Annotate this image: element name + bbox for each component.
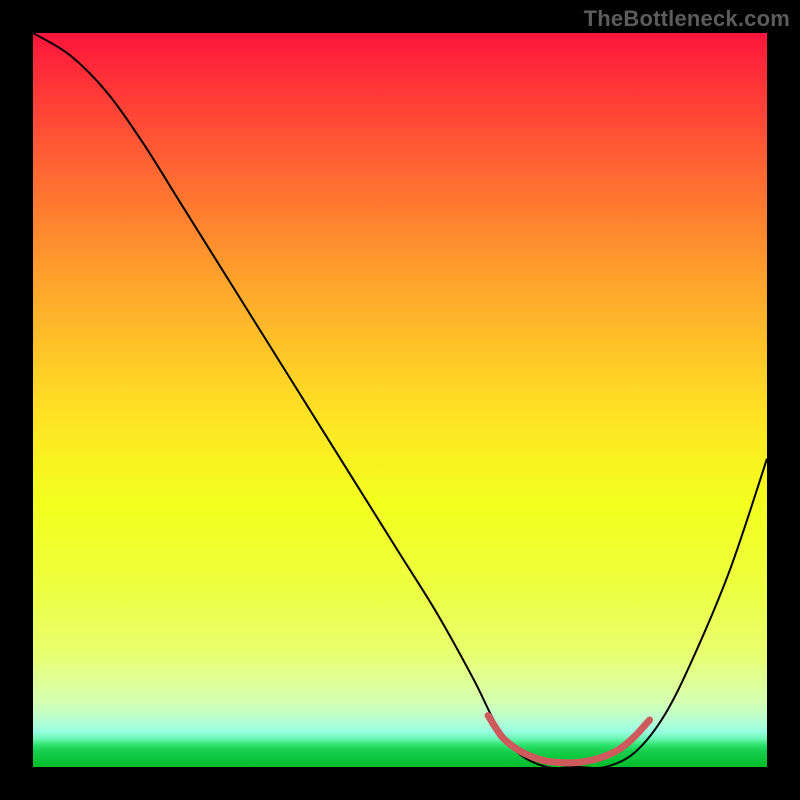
- chart-svg: [33, 33, 767, 767]
- plot-area: [33, 33, 767, 767]
- chart-stage: TheBottleneck.com: [0, 0, 800, 800]
- watermark-text: TheBottleneck.com: [584, 6, 790, 32]
